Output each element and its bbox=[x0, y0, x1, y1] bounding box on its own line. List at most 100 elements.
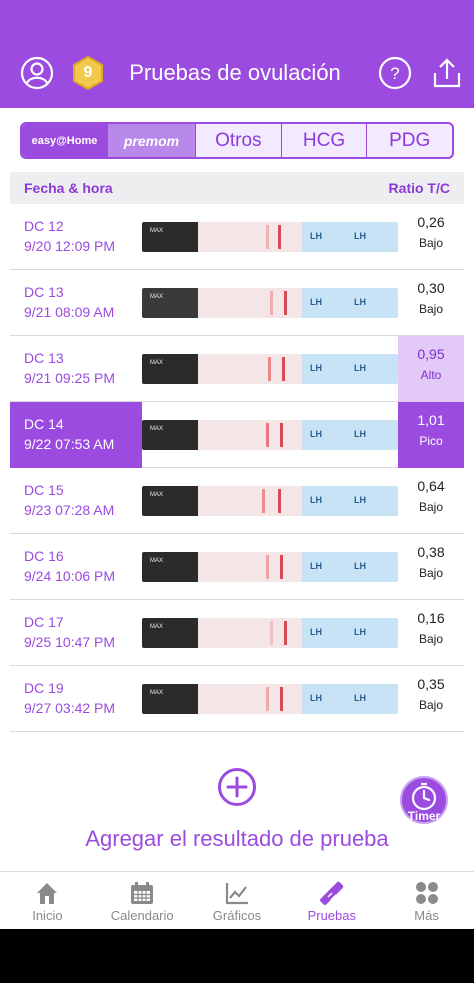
row-datetime: 9/23 07:28 AM bbox=[24, 502, 115, 518]
tab-charts[interactable]: Gráficos bbox=[190, 872, 285, 929]
calendar-icon bbox=[131, 882, 154, 904]
test-row-selected[interactable]: DC 14 9/22 07:53 AM MAX LH LH 1,01 Pico bbox=[10, 402, 464, 468]
row-datetime: 9/20 12:09 PM bbox=[24, 238, 116, 254]
app-header: 9 Pruebas de ovulación ? bbox=[0, 0, 474, 108]
add-result-button[interactable]: Agregar el resultado de prueba bbox=[0, 826, 474, 852]
system-nav-bar bbox=[0, 929, 474, 983]
timer-label: Timer bbox=[407, 809, 441, 823]
test-row[interactable]: DC 13 9/21 08:09 AM MAX LH LH 0,30 Bajo bbox=[10, 270, 464, 336]
ratio-column-label: Ratio T/C bbox=[388, 180, 450, 196]
tab-easyhome[interactable]: easy@Home bbox=[22, 124, 108, 157]
row-datetime: 9/24 10:06 PM bbox=[24, 568, 116, 584]
tab-label: Gráficos bbox=[212, 908, 262, 923]
ratio-level: Bajo bbox=[418, 500, 444, 514]
row-date: DC 16 9/24 10:06 PM bbox=[24, 546, 115, 586]
ratio-level: Alto bbox=[420, 368, 442, 382]
tab-premom[interactable]: premom bbox=[108, 124, 196, 157]
row-datetime: 9/27 03:42 PM bbox=[24, 700, 116, 716]
test-row[interactable]: DC 15 9/23 07:28 AM MAX LH LH 0,64 Bajo bbox=[10, 468, 464, 534]
add-result-icon[interactable] bbox=[217, 767, 257, 807]
test-row[interactable]: DC 13 9/21 09:25 PM MAX LH LH 0,95 Alto bbox=[10, 336, 464, 402]
bottom-tab-bar: Inicio Calendario Gráficos Pruebas Más bbox=[0, 871, 474, 929]
test-strip-image: MAX LH LH bbox=[142, 222, 398, 252]
row-datetime: 9/21 08:09 AM bbox=[24, 304, 115, 320]
tab-label: Calendario bbox=[110, 908, 174, 923]
tab-pdg[interactable]: PDG bbox=[367, 124, 452, 157]
profile-icon[interactable] bbox=[20, 56, 54, 90]
brand-tabs: easy@Home premom Otros HCG PDG bbox=[20, 122, 454, 159]
test-strip-image: MAX LH LH bbox=[142, 618, 398, 648]
tab-calendar[interactable]: Calendario bbox=[95, 872, 190, 929]
ratio-value: 0,64 bbox=[417, 478, 445, 494]
test-row[interactable]: DC 17 9/25 10:47 PM MAX LH LH 0,16 Bajo bbox=[10, 600, 464, 666]
ratio-level: Pico bbox=[419, 434, 443, 448]
ratio-level: Bajo bbox=[418, 236, 444, 250]
ratio-value: 0,38 bbox=[417, 544, 445, 560]
coin-badge[interactable]: 9 bbox=[72, 55, 104, 91]
ratio-value: 0,35 bbox=[417, 676, 445, 692]
tab-label: Pruebas bbox=[307, 908, 356, 923]
ratio-cell: 0,35 Bajo bbox=[398, 666, 464, 732]
ratio-level: Bajo bbox=[418, 302, 444, 316]
ratio-value: 0,30 bbox=[417, 280, 445, 296]
row-date: DC 13 9/21 08:09 AM bbox=[24, 282, 114, 322]
home-icon bbox=[37, 883, 58, 904]
tab-more[interactable]: Más bbox=[379, 872, 474, 929]
ratio-cell: 0,16 Bajo bbox=[398, 600, 464, 666]
test-strip-icon bbox=[319, 881, 343, 905]
chart-icon bbox=[225, 883, 248, 905]
cycle-day: DC 12 bbox=[24, 218, 64, 234]
ratio-level: Bajo bbox=[418, 566, 444, 580]
row-datetime: 9/22 07:53 AM bbox=[24, 436, 115, 452]
row-date: DC 14 9/22 07:53 AM bbox=[24, 414, 114, 454]
test-row[interactable]: DC 16 9/24 10:06 PM MAX LH LH 0,38 Bajo bbox=[10, 534, 464, 600]
page-title: Pruebas de ovulación bbox=[129, 60, 341, 85]
cycle-day: DC 17 bbox=[24, 614, 64, 630]
row-date: DC 19 9/27 03:42 PM bbox=[24, 678, 115, 718]
ratio-cell: 0,30 Bajo bbox=[398, 270, 464, 336]
ratio-level: Bajo bbox=[418, 698, 444, 712]
tab-label: Inicio bbox=[32, 908, 63, 923]
cycle-day: DC 14 bbox=[24, 416, 64, 432]
row-date: DC 15 9/23 07:28 AM bbox=[24, 480, 114, 520]
ratio-value: 0,26 bbox=[417, 214, 445, 230]
ratio-cell: 0,38 Bajo bbox=[398, 534, 464, 600]
date-column-label: Fecha & hora bbox=[24, 180, 113, 196]
test-strip-image: MAX LH LH bbox=[142, 288, 398, 318]
test-strip-image: MAX LH LH bbox=[142, 684, 398, 714]
tab-tests[interactable]: Pruebas bbox=[284, 872, 379, 929]
ratio-level: Bajo bbox=[418, 632, 444, 646]
test-strip-image: MAX LH LH bbox=[142, 486, 398, 516]
tab-hcg[interactable]: HCG bbox=[282, 124, 368, 157]
cycle-day: DC 13 bbox=[24, 350, 64, 366]
row-datetime: 9/25 10:47 PM bbox=[24, 634, 116, 650]
test-strip-image: MAX LH LH bbox=[142, 354, 398, 384]
cycle-day: DC 19 bbox=[24, 680, 64, 696]
column-header: Fecha & hora Ratio T/C bbox=[10, 172, 464, 204]
test-strip-image: MAX LH LH bbox=[142, 552, 398, 582]
test-row[interactable]: DC 19 9/27 03:42 PM MAX LH LH 0,35 Bajo bbox=[10, 666, 464, 732]
row-datetime: 9/21 09:25 PM bbox=[24, 370, 116, 386]
more-grid-icon bbox=[415, 882, 438, 904]
svg-text:?: ? bbox=[390, 64, 399, 83]
ratio-value: 0,95 bbox=[417, 346, 445, 362]
ratio-value: 0,16 bbox=[417, 610, 445, 626]
ratio-cell: 0,26 Bajo bbox=[398, 204, 464, 270]
help-icon[interactable]: ? bbox=[378, 56, 412, 90]
ratio-value: 1,01 bbox=[417, 412, 445, 428]
tab-label: Más bbox=[414, 908, 439, 923]
share-icon[interactable] bbox=[430, 56, 464, 90]
row-date: DC 17 9/25 10:47 PM bbox=[24, 612, 115, 652]
tab-home[interactable]: Inicio bbox=[0, 872, 95, 929]
cycle-day: DC 13 bbox=[24, 284, 64, 300]
coin-count: 9 bbox=[83, 64, 93, 81]
ratio-cell: 0,64 Bajo bbox=[398, 468, 464, 534]
row-date: DC 13 9/21 09:25 PM bbox=[24, 348, 115, 388]
ratio-cell: 0,95 Alto bbox=[398, 336, 464, 402]
cycle-day: DC 16 bbox=[24, 548, 64, 564]
test-strip-image: MAX LH LH bbox=[142, 420, 398, 450]
row-date: DC 12 9/20 12:09 PM bbox=[24, 216, 115, 256]
ratio-cell: 1,01 Pico bbox=[398, 402, 464, 468]
tab-otros[interactable]: Otros bbox=[196, 124, 282, 157]
test-row[interactable]: DC 12 9/20 12:09 PM MAX LH LH 0,26 Bajo bbox=[10, 204, 464, 270]
